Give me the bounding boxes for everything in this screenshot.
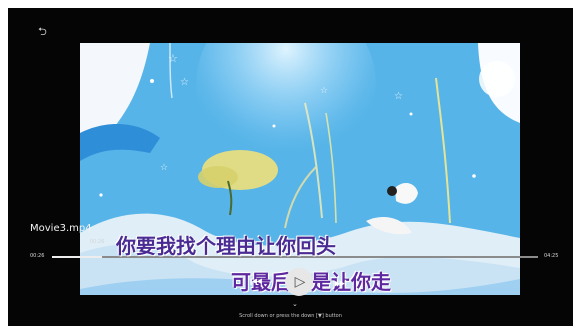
play-icon: ▷: [294, 274, 306, 290]
video-player-screen: ⮌ ☆ ☆ ☆ ☆ ☆ Movie3.mp4 00:26 00:26 04:25…: [8, 8, 573, 326]
video-file-title: Movie3.mp4: [30, 223, 92, 234]
svg-text:☆: ☆: [394, 91, 403, 102]
back-arrow-icon[interactable]: ⮌: [38, 26, 47, 37]
total-time: 04:25: [544, 253, 559, 259]
svg-text:☆: ☆: [160, 163, 168, 173]
scroll-hint: Scroll down or press the down [▼] button: [239, 313, 342, 319]
chevron-down-icon: ⌄: [292, 300, 298, 308]
svg-text:☆: ☆: [168, 52, 178, 65]
current-time: 00:26: [30, 253, 45, 259]
skip-next-icon[interactable]: ⏭: [334, 276, 347, 290]
svg-text:☆: ☆: [320, 86, 328, 96]
svg-text:☆: ☆: [180, 77, 189, 88]
play-button[interactable]: ▷: [285, 268, 313, 296]
subtitle-line-1: 你要我找个理由让你回头: [116, 234, 336, 258]
skip-previous-icon[interactable]: ⏮: [250, 276, 263, 290]
buffer-time-label: 00:26: [90, 239, 105, 245]
progress-fill: [52, 256, 102, 258]
